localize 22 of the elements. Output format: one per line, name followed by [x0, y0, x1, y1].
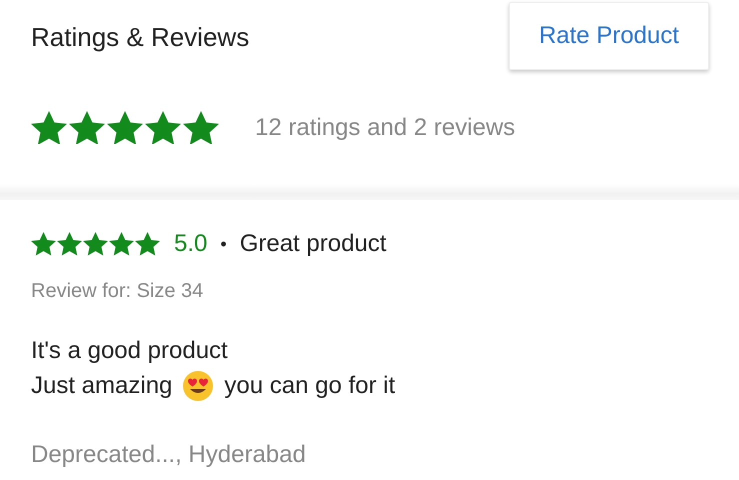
review-title: Great product	[240, 230, 386, 258]
review-text: It's a good product	[31, 336, 228, 364]
reviewer-name: Deprecated..., Hyderabad	[31, 441, 307, 469]
star-icon	[109, 232, 134, 256]
star-icon	[183, 110, 219, 144]
rate-product-button[interactable]: Rate Product	[509, 2, 709, 70]
star-icon	[31, 232, 56, 256]
ratings-count: 12 ratings and 2 reviews	[255, 114, 516, 142]
star-icon	[31, 110, 67, 144]
rating-value: 5.0	[174, 230, 208, 258]
star-icon	[83, 232, 108, 256]
star-icon	[145, 110, 181, 144]
star-icon	[69, 110, 105, 144]
separator-dot: •	[220, 234, 227, 254]
heart-eyes-emoji-icon	[182, 370, 214, 402]
star-icon	[57, 232, 82, 256]
star-icon	[107, 110, 143, 144]
review-text: you can go for it	[224, 372, 396, 400]
review-variant: Review for: Size 34	[31, 280, 204, 303]
section-title: Ratings & Reviews	[31, 22, 250, 53]
star-icon	[135, 232, 160, 256]
review-text: Just amazing	[31, 372, 172, 400]
